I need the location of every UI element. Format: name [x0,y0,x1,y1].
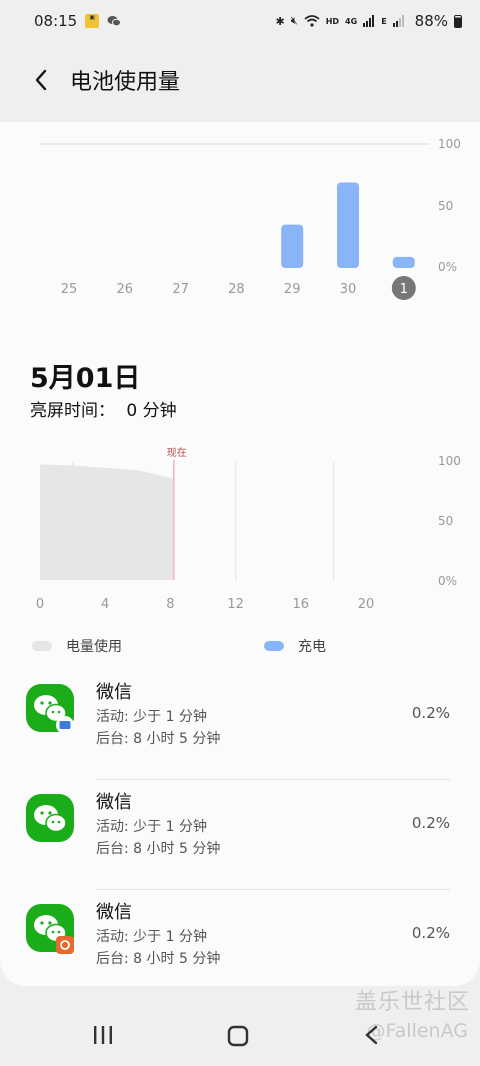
screen-time-value: 0 分钟 [126,401,177,421]
screen-time-label: 亮屏时间： [30,401,115,421]
weekly-battery-chart[interactable]: 100 50 0% 25 26 27 28 29 30 1 [0,122,480,322]
app-row-wechat-1[interactable]: 微信 活动: 少于 1 分钟 后台: 8 小时 5 分钟 0.2% [0,670,480,780]
bar-1 [392,256,415,268]
hd-icon: HD [325,16,340,26]
4g-icon: 4G [345,16,358,26]
signal-icon-2 [392,15,404,27]
x-label-30: 30 [340,282,357,297]
daily-battery-chart: 现在 100 50 0% 0 4 8 12 16 20 [36,447,461,612]
back-nav-button[interactable] [362,1024,382,1046]
y-tick-0: 0% [438,260,457,274]
daily-x-label-8: 8 [166,597,174,612]
mute-icon: 🔇︎ [290,14,298,27]
x-label-27: 27 [172,282,189,297]
y-tick-50: 50 [438,199,453,213]
chart-legend: 电量使用 充电 [0,636,480,658]
app-background-time: 后台: 8 小时 5 分钟 [96,731,221,747]
status-bar: 08:15 ▣ ✱ 🔇︎ HD 4G E 88% [0,0,480,42]
battery-usage-card: 100 50 0% 25 26 27 28 29 30 1 5月01日 亮屏时间： 0 分钟… [0,122,480,986]
app-usage-percent: 0.2% [411,704,450,722]
app-active-time: 活动: 少于 1 分钟 [96,709,207,725]
daily-x-label-4: 4 [101,597,109,612]
wechat-icon [107,16,122,27]
x-label-28: 28 [228,282,245,297]
app-active-time: 活动: 少于 1 分钟 [96,929,207,945]
daily-y-tick-0: 0% [438,574,457,588]
y-tick-100: 100 [438,137,461,151]
now-label: 现在 [167,447,187,459]
dual-app-badge-icon [56,936,74,954]
signal-icon [363,15,375,27]
daily-x-label-16: 16 [293,597,310,612]
status-time: 08:15 [34,12,78,30]
screen-time: 亮屏时间： 0 分钟 [30,396,177,421]
x-label-1: 1 [400,282,408,297]
legend-usage-label: 电量使用 [66,639,122,655]
selected-date: 5月01日 [30,363,141,394]
home-button[interactable] [226,1024,250,1048]
app-usage-percent: 0.2% [411,814,450,832]
page-title: 电池使用量 [70,70,181,95]
app-usage-percent: 0.2% [411,924,450,942]
legend-charge-label: 充电 [298,639,326,655]
navigation-bar [0,1010,480,1066]
battery-level-area [40,464,174,580]
app-active-time: 活动: 少于 1 分钟 [96,819,207,835]
legend-usage-swatch [32,641,52,651]
app-row-wechat-2[interactable]: 微信 活动: 少于 1 分钟 后台: 8 小时 5 分钟 0.2% [0,780,480,890]
legend-charge: 充电 [264,636,326,656]
battery-percent: 88% [414,12,448,30]
bluetooth-icon: ✱ [275,14,285,28]
app-name: 微信 [96,682,132,703]
app-name: 微信 [96,902,132,923]
battery-icon [454,14,462,28]
bar-29 [281,224,304,268]
bar-30 [337,182,359,268]
daily-y-tick-100: 100 [438,454,461,468]
app-usage-list: 微信 活动: 少于 1 分钟 后台: 8 小时 5 分钟 0.2% 微信 活动:… [0,670,480,1000]
folder-badge-icon [56,716,74,734]
wechat-app-icon [26,794,74,842]
legend-charge-swatch [264,641,284,651]
notification-badge-icon: ▣ [85,14,100,28]
x-label-25: 25 [61,282,78,297]
daily-x-label-20: 20 [358,597,375,612]
wifi-icon [304,15,320,27]
x-label-26: 26 [117,282,134,297]
x-label-29: 29 [284,282,301,297]
legend-usage: 电量使用 [32,636,122,656]
e-icon: E [381,16,387,26]
daily-x-label-12: 12 [227,597,244,612]
daily-x-label-0: 0 [36,597,44,612]
daily-y-tick-50: 50 [438,514,453,528]
app-name: 微信 [96,792,132,813]
back-button[interactable] [28,67,54,93]
chevron-left-icon [35,69,47,91]
app-background-time: 后台: 8 小时 5 分钟 [96,841,221,857]
app-background-time: 后台: 8 小时 5 分钟 [96,951,221,967]
app-bar: 电池使用量 [0,42,480,118]
recent-apps-button[interactable] [92,1024,114,1046]
